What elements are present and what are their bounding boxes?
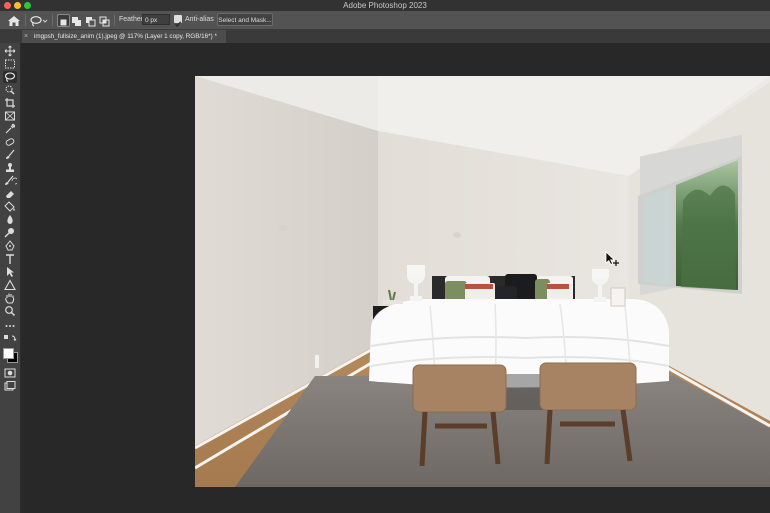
document-image[interactable] [195,76,770,487]
options-bar: Feather: 0 px Anti-alias Select and Mask… [0,11,770,30]
document-tab-bar: × imgpsh_fullsize_anim (1).jpeg @ 117% (… [0,30,770,43]
tools-panel [0,43,21,513]
anti-alias-checkbox[interactable] [174,15,182,28]
marquee-icon[interactable] [3,58,17,70]
pen-icon[interactable] [3,240,17,252]
eyedropper-icon[interactable] [3,123,17,135]
close-tab-icon[interactable]: × [24,32,28,41]
hand-icon[interactable] [3,292,17,304]
foreground-color-swatch[interactable] [3,348,14,359]
document-tab-title: imgpsh_fullsize_anim (1).jpeg @ 117% (La… [34,33,217,40]
title-bar: Adobe Photoshop 2023 [0,0,770,11]
intersect-selection-button[interactable] [99,14,110,27]
shape-icon[interactable] [3,279,17,291]
eraser-icon[interactable] [3,188,17,200]
lasso-icon[interactable] [3,71,17,83]
stamp-icon[interactable] [3,162,17,174]
subtract-from-selection-button[interactable] [85,14,96,27]
blur-icon[interactable] [3,214,17,226]
add-to-selection-button[interactable] [71,14,82,26]
brush-icon[interactable] [3,149,17,161]
gradient-icon[interactable] [3,201,17,213]
path-select-icon[interactable] [3,266,17,278]
feather-input[interactable]: 0 px [142,14,170,25]
swap-colors-icon[interactable] [3,334,17,343]
quick-mask-icon[interactable] [3,367,17,379]
new-selection-button[interactable] [57,14,70,27]
history-brush-icon[interactable] [3,175,17,187]
app-title: Adobe Photoshop 2023 [343,1,427,10]
zoom-icon[interactable] [3,305,17,317]
frame-icon[interactable] [3,110,17,122]
anti-alias-label: Anti-alias [185,16,214,23]
crop-icon[interactable] [3,97,17,109]
move-icon[interactable] [3,45,17,57]
healing-icon[interactable] [3,136,17,148]
divider [114,14,115,26]
move-cursor-icon [604,251,620,267]
dodge-icon[interactable] [3,227,17,239]
screen-mode-icon[interactable] [3,380,17,392]
tool-preset-picker[interactable] [29,14,49,27]
more-icon[interactable] [3,320,17,332]
type-icon[interactable] [3,253,17,265]
divider [25,14,26,26]
home-icon[interactable] [7,14,21,26]
divider [52,14,53,26]
select-and-mask-button[interactable]: Select and Mask... [217,13,273,26]
quick-select-icon[interactable] [3,84,17,96]
color-swatches[interactable] [3,345,18,365]
